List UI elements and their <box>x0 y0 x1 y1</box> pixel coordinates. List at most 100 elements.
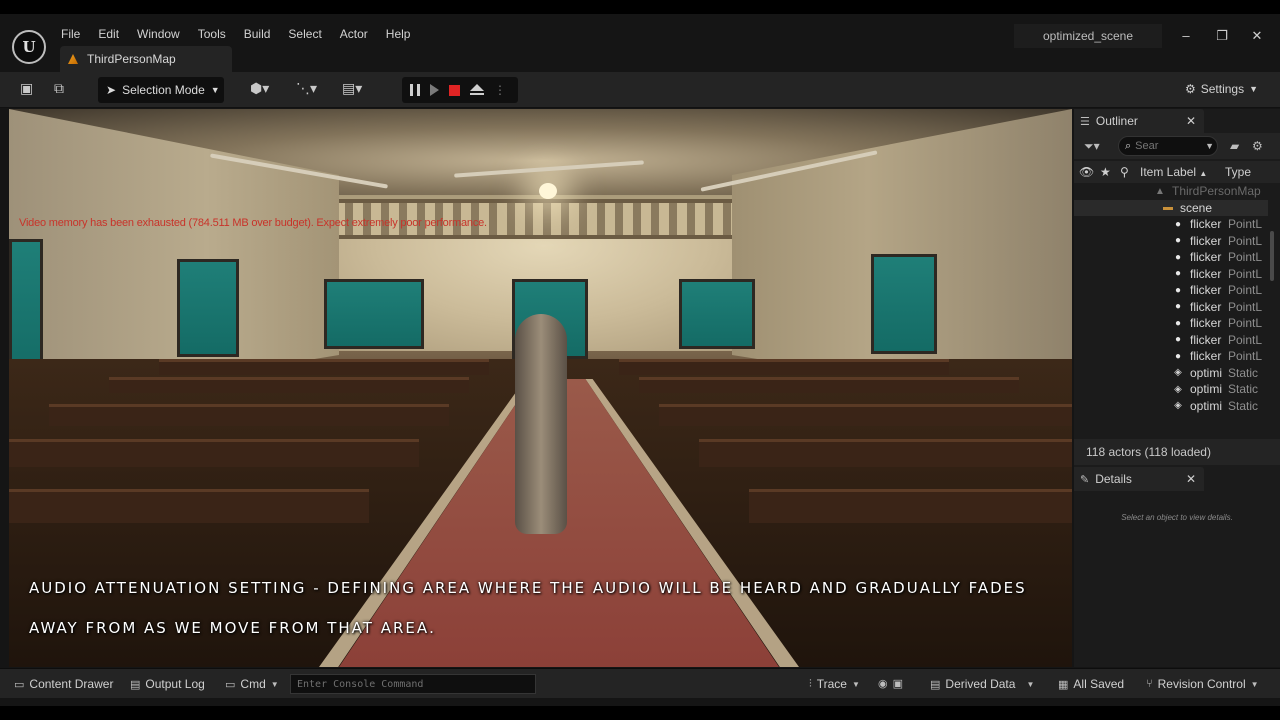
outliner-row[interactable]: ◈ optimi Static <box>1074 365 1268 382</box>
pin-icon[interactable]: ⚲ <box>1120 165 1129 179</box>
gear-icon[interactable]: ⚙ <box>1252 139 1263 153</box>
pause-icon[interactable] <box>410 84 420 96</box>
player-character <box>515 314 567 534</box>
tab-details[interactable]: ✎ Details ✕ <box>1074 467 1204 491</box>
outliner-row[interactable]: ● flicker PointL <box>1074 282 1268 299</box>
outliner-row[interactable]: ● flicker PointL <box>1074 233 1268 250</box>
outliner-tree: ▲ ThirdPersonMap ▬ scene ● flicker PointL ● flic… <box>1074 183 1268 438</box>
outliner-row-type: PointL <box>1228 217 1263 232</box>
menu-tools[interactable]: Tools <box>189 24 235 44</box>
outliner-row-type: PointL <box>1228 250 1263 265</box>
outliner-row[interactable]: ● flicker PointL <box>1074 315 1268 332</box>
light-icon: ● <box>1174 268 1182 280</box>
status-bar: ▭ Content Drawer ▤ Output Log ▭ Cmd ▼ ⫶ … <box>0 668 1280 698</box>
outliner-row[interactable]: ◈ optimi Static <box>1074 398 1268 415</box>
content-drawer-button[interactable]: ▭ Content Drawer <box>14 677 113 691</box>
all-saved-button[interactable]: ▦ All Saved <box>1058 677 1124 691</box>
menu-build[interactable]: Build <box>235 24 280 44</box>
selection-mode-dropdown[interactable]: ➤ Selection Mode ▼ <box>98 77 224 103</box>
pew <box>9 489 369 523</box>
pew <box>49 404 449 426</box>
level-icon <box>68 54 78 64</box>
browse-content-icon[interactable]: ⧉ <box>54 80 64 97</box>
tab-third-person-map[interactable]: ThirdPersonMap <box>60 46 232 72</box>
blueprint-icon[interactable]: ⋱▾ <box>296 80 317 97</box>
favorite-star-icon[interactable]: ★ <box>1100 165 1111 179</box>
derived-data-dropdown[interactable]: ▤ Derived Data ▼ <box>930 677 1034 691</box>
menu-actor[interactable]: Actor <box>331 24 377 44</box>
scene-door <box>9 239 43 379</box>
close-tab-icon[interactable]: ✕ <box>1186 114 1196 128</box>
trace-dropdown[interactable]: ⫶ Trace ▼ <box>809 677 860 691</box>
pew <box>159 359 489 375</box>
light-icon: ● <box>1174 317 1182 329</box>
close-tab-icon[interactable]: ✕ <box>1186 472 1196 486</box>
outliner-scrollbar[interactable] <box>1270 231 1274 281</box>
type-column-header[interactable]: Type <box>1225 165 1251 179</box>
minimize-button[interactable]: – <box>1176 28 1196 43</box>
chevron-down-icon[interactable]: ▼ <box>1205 141 1214 151</box>
outliner-row-type: Static <box>1228 365 1259 380</box>
outliner-row[interactable]: ◈ optimi Static <box>1074 381 1268 398</box>
restore-button[interactable]: ❐ <box>1212 28 1232 44</box>
content-drawer-label: Content Drawer <box>29 677 114 691</box>
project-name: optimized_scene <box>1014 24 1162 48</box>
outliner-title: Outliner <box>1095 114 1138 128</box>
add-actor-icon[interactable]: ⬢▾ <box>250 80 269 97</box>
list-icon: ☰ <box>1080 115 1090 128</box>
menu-edit[interactable]: Edit <box>89 24 128 44</box>
pew <box>9 439 419 467</box>
scene-door <box>871 254 937 354</box>
settings-button[interactable]: ⚙ Settings ▼ <box>1185 82 1258 96</box>
record-icon[interactable]: ◉ <box>878 677 888 690</box>
outliner-row[interactable]: ● flicker PointL <box>1074 266 1268 283</box>
trace-icon: ⫶ <box>809 677 812 690</box>
console-command-input[interactable] <box>290 674 536 694</box>
revision-control-dropdown[interactable]: ⑂ Revision Control ▼ <box>1146 677 1259 691</box>
outliner-row-type: PointL <box>1228 349 1263 364</box>
outliner-row[interactable]: ● flicker PointL <box>1074 249 1268 266</box>
outliner-row-type: PointL <box>1228 299 1263 314</box>
menu-select[interactable]: Select <box>279 24 330 44</box>
outliner-row[interactable]: ▲ ThirdPersonMap <box>1074 183 1268 200</box>
outliner-row[interactable]: ● flicker PointL <box>1074 332 1268 349</box>
outliner-row[interactable]: ▬ scene <box>1074 199 1268 216</box>
outliner-row[interactable]: ● flicker PointL <box>1074 348 1268 365</box>
outliner-row-type: PointL <box>1228 266 1263 281</box>
step-icon[interactable] <box>430 84 439 96</box>
chevron-down-icon: ▼ <box>1250 679 1259 689</box>
visibility-icon[interactable]: 👁 <box>1079 165 1094 179</box>
search-input[interactable] <box>1135 140 1206 152</box>
unreal-logo-icon[interactable]: U <box>12 30 46 64</box>
outliner-toolbar: ⏷▾ ⌕ ▼ ▰ ⚙ <box>1074 133 1280 159</box>
outliner-row[interactable]: ● flicker PointL <box>1074 299 1268 316</box>
level-viewport[interactable]: Video memory has been exhausted (784.511… <box>9 109 1072 667</box>
outliner-row-label: optimi <box>1190 382 1223 397</box>
scene-door <box>679 279 755 349</box>
menu-file[interactable]: File <box>52 24 89 44</box>
outliner-search[interactable]: ⌕ ▼ <box>1118 136 1218 156</box>
more-options-icon[interactable]: ⋮ <box>494 83 506 97</box>
all-saved-label: All Saved <box>1073 677 1125 691</box>
outliner-row-type: PointL <box>1228 283 1263 298</box>
cmd-dropdown[interactable]: ▭ Cmd ▼ <box>225 677 279 691</box>
menu-window[interactable]: Window <box>128 24 189 44</box>
outliner-row[interactable]: ● flicker PointL <box>1074 216 1268 233</box>
filter-icon[interactable]: ⏷▾ <box>1084 139 1100 154</box>
outliner-row-type: PointL <box>1228 316 1263 331</box>
outliner-row-label: scene <box>1180 200 1213 215</box>
item-label-column[interactable]: Item Label ▲ <box>1140 165 1207 179</box>
stop-icon[interactable] <box>449 84 460 96</box>
close-window-button[interactable]: ✕ <box>1247 28 1267 44</box>
revision-control-label: Revision Control <box>1157 677 1246 691</box>
output-log-button[interactable]: ▤ Output Log <box>130 677 205 691</box>
menu-help[interactable]: Help <box>377 24 420 44</box>
save-icon[interactable]: ▣ <box>20 80 33 97</box>
cinematics-icon[interactable]: ▤▾ <box>342 80 362 97</box>
settings-label: Settings <box>1200 82 1245 96</box>
screenshot-icon[interactable]: ▣ <box>893 677 903 690</box>
light-icon: ● <box>1174 334 1182 346</box>
tab-outliner[interactable]: ☰ Outliner ✕ <box>1074 109 1204 133</box>
eject-icon[interactable] <box>470 84 484 96</box>
add-folder-icon[interactable]: ▰ <box>1230 139 1239 153</box>
